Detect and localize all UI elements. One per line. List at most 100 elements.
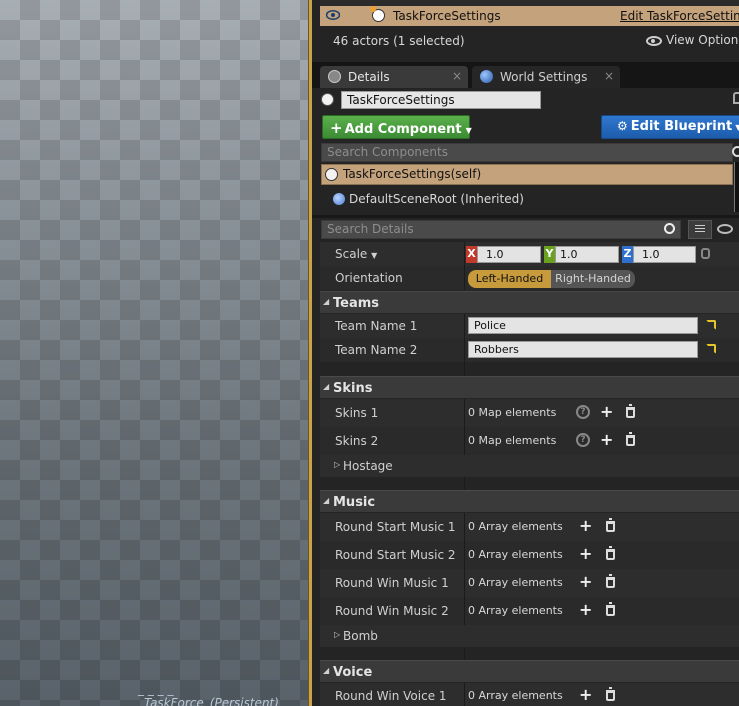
property-row: Round Start Music 1 0 Array elements + [320,513,739,541]
trash-icon[interactable] [606,687,615,701]
actor-name-row [312,88,739,112]
eye-icon[interactable] [326,10,340,20]
column-splitter[interactable] [464,597,465,625]
tab-details[interactable]: Details × [320,66,468,88]
column-splitter[interactable] [464,569,465,597]
orientation-right-handed-toggle[interactable]: Right-Handed [551,270,635,288]
scale-y-field[interactable]: 1.0 [555,246,619,263]
spacer-row [320,477,739,490]
reset-to-default-icon[interactable] [706,344,716,354]
category-header-teams[interactable]: ◢ Teams [320,291,739,313]
component-tree-item-root[interactable]: DefaultSceneRoot (Inherited) [321,190,733,210]
gear-icon: ⚙ [617,119,628,133]
plus-icon[interactable]: + [579,516,592,535]
scrollbar[interactable] [734,162,739,212]
level-viewport[interactable]: _ _ _ _ _TaskForce_(Persistent)_ [0,0,308,706]
eye-icon[interactable] [717,224,733,234]
edit-blueprint-button[interactable]: ⚙ Edit Blueprint ▼ [601,115,739,139]
chevron-down-icon: ▼ [465,126,472,135]
help-icon[interactable]: ? [576,405,590,419]
view-options-button[interactable]: View Options▼ [646,33,739,47]
plus-icon[interactable]: + [579,544,592,563]
column-splitter[interactable] [464,242,465,266]
subcategory-label: Hostage [343,459,393,473]
property-row-orientation: Orientation Left-Handed Right-Handed [320,266,739,290]
close-icon[interactable]: × [452,69,462,83]
actor-icon [321,93,334,106]
category-header-music[interactable]: ◢ Music [320,490,739,512]
outliner-edit-link[interactable]: Edit TaskForceSettings [620,9,739,23]
category-header-skins[interactable]: ◢ Skins [320,376,739,398]
plus-icon[interactable]: + [600,430,613,449]
trash-icon[interactable] [606,602,615,616]
subcategory-hostage[interactable]: ▷ Hostage [320,455,739,477]
actor-icon [370,6,385,22]
column-splitter[interactable] [464,427,465,455]
property-row-scale: Scale ▼ X 1.0 Y 1.0 Z 1.0 [320,242,739,266]
scale-x-field[interactable]: 1.0 [477,246,541,263]
help-icon[interactable]: ? [576,433,590,447]
plus-icon: + [330,119,343,137]
details-search-input[interactable]: Search Details [321,220,681,239]
trash-icon[interactable] [606,518,615,532]
search-icon [664,223,675,234]
subcategory-bomb[interactable]: ▷ Bomb [320,625,739,647]
category-header-voice[interactable]: ◢ Voice [320,660,739,682]
actor-icon [325,168,338,181]
plus-icon[interactable]: + [579,600,592,619]
column-splitter[interactable] [464,338,465,362]
property-matrix-button[interactable] [688,220,712,239]
scale-z-field[interactable]: 1.0 [633,246,696,263]
property-row: Round Win Music 2 0 Array elements + [320,597,739,625]
lock-icon[interactable] [733,92,739,104]
trash-icon[interactable] [606,574,615,588]
chevron-right-icon: ▷ [334,460,341,469]
subcategory-label: Bomb [343,629,378,643]
trash-icon[interactable] [626,404,635,418]
property-row: Round Win Music 1 0 Array elements + [320,569,739,597]
property-label: Round Start Music 1 [335,520,456,534]
category-title: Skins [333,381,373,396]
column-splitter[interactable] [464,541,465,569]
category-title: Music [333,495,376,510]
eye-icon [646,35,662,46]
add-component-button[interactable]: + Add Component ▼ [322,115,472,139]
component-tree-item-self[interactable]: TaskForceSettings(self) [321,164,733,185]
divider [312,215,739,218]
column-splitter[interactable] [464,314,465,338]
trash-icon[interactable] [626,432,635,446]
close-icon[interactable]: × [604,69,614,83]
globe-icon [480,70,493,83]
outliner-row-selected[interactable]: TaskForceSettings Edit TaskForceSettings [320,6,739,26]
viewport-level-caption: _ _ _ _ _TaskForce_(Persistent)_ [138,682,285,706]
component-search-input[interactable]: Search Components [321,143,733,162]
plus-icon[interactable]: + [600,402,613,421]
reset-to-default-icon[interactable] [706,320,716,330]
actor-name-field[interactable] [341,91,541,109]
map-element-count: 0 Map elements [468,406,557,419]
trash-icon[interactable] [606,546,615,560]
team-name-1-field[interactable]: Police [468,317,698,334]
array-element-count: 0 Array elements [468,604,563,617]
column-splitter [464,362,465,375]
component-label: DefaultSceneRoot (Inherited) [349,192,524,206]
column-splitter[interactable] [464,266,465,290]
axis-y-label: Y [544,246,555,263]
plus-icon[interactable]: + [579,685,592,704]
actor-count: 46 actors (1 selected) [333,34,465,48]
column-splitter[interactable] [464,513,465,541]
property-row: Round Win Voice 1 0 Array elements + [320,683,739,706]
orientation-left-handed-toggle[interactable]: Left-Handed [468,270,551,288]
chevron-down-icon: ▼ [371,251,378,260]
property-label[interactable]: Scale ▼ [335,247,377,261]
plus-icon[interactable]: + [579,572,592,591]
category-title: Voice [333,665,373,680]
column-splitter[interactable] [464,399,465,427]
lock-icon[interactable] [701,248,710,259]
property-row: Team Name 2 Robbers [320,338,739,362]
tab-world-settings[interactable]: World Settings × [472,66,620,88]
outliner-actor-name: TaskForceSettings [393,9,501,23]
team-name-2-field[interactable]: Robbers [468,341,698,358]
array-element-count: 0 Array elements [468,520,563,533]
column-splitter[interactable] [464,683,465,706]
